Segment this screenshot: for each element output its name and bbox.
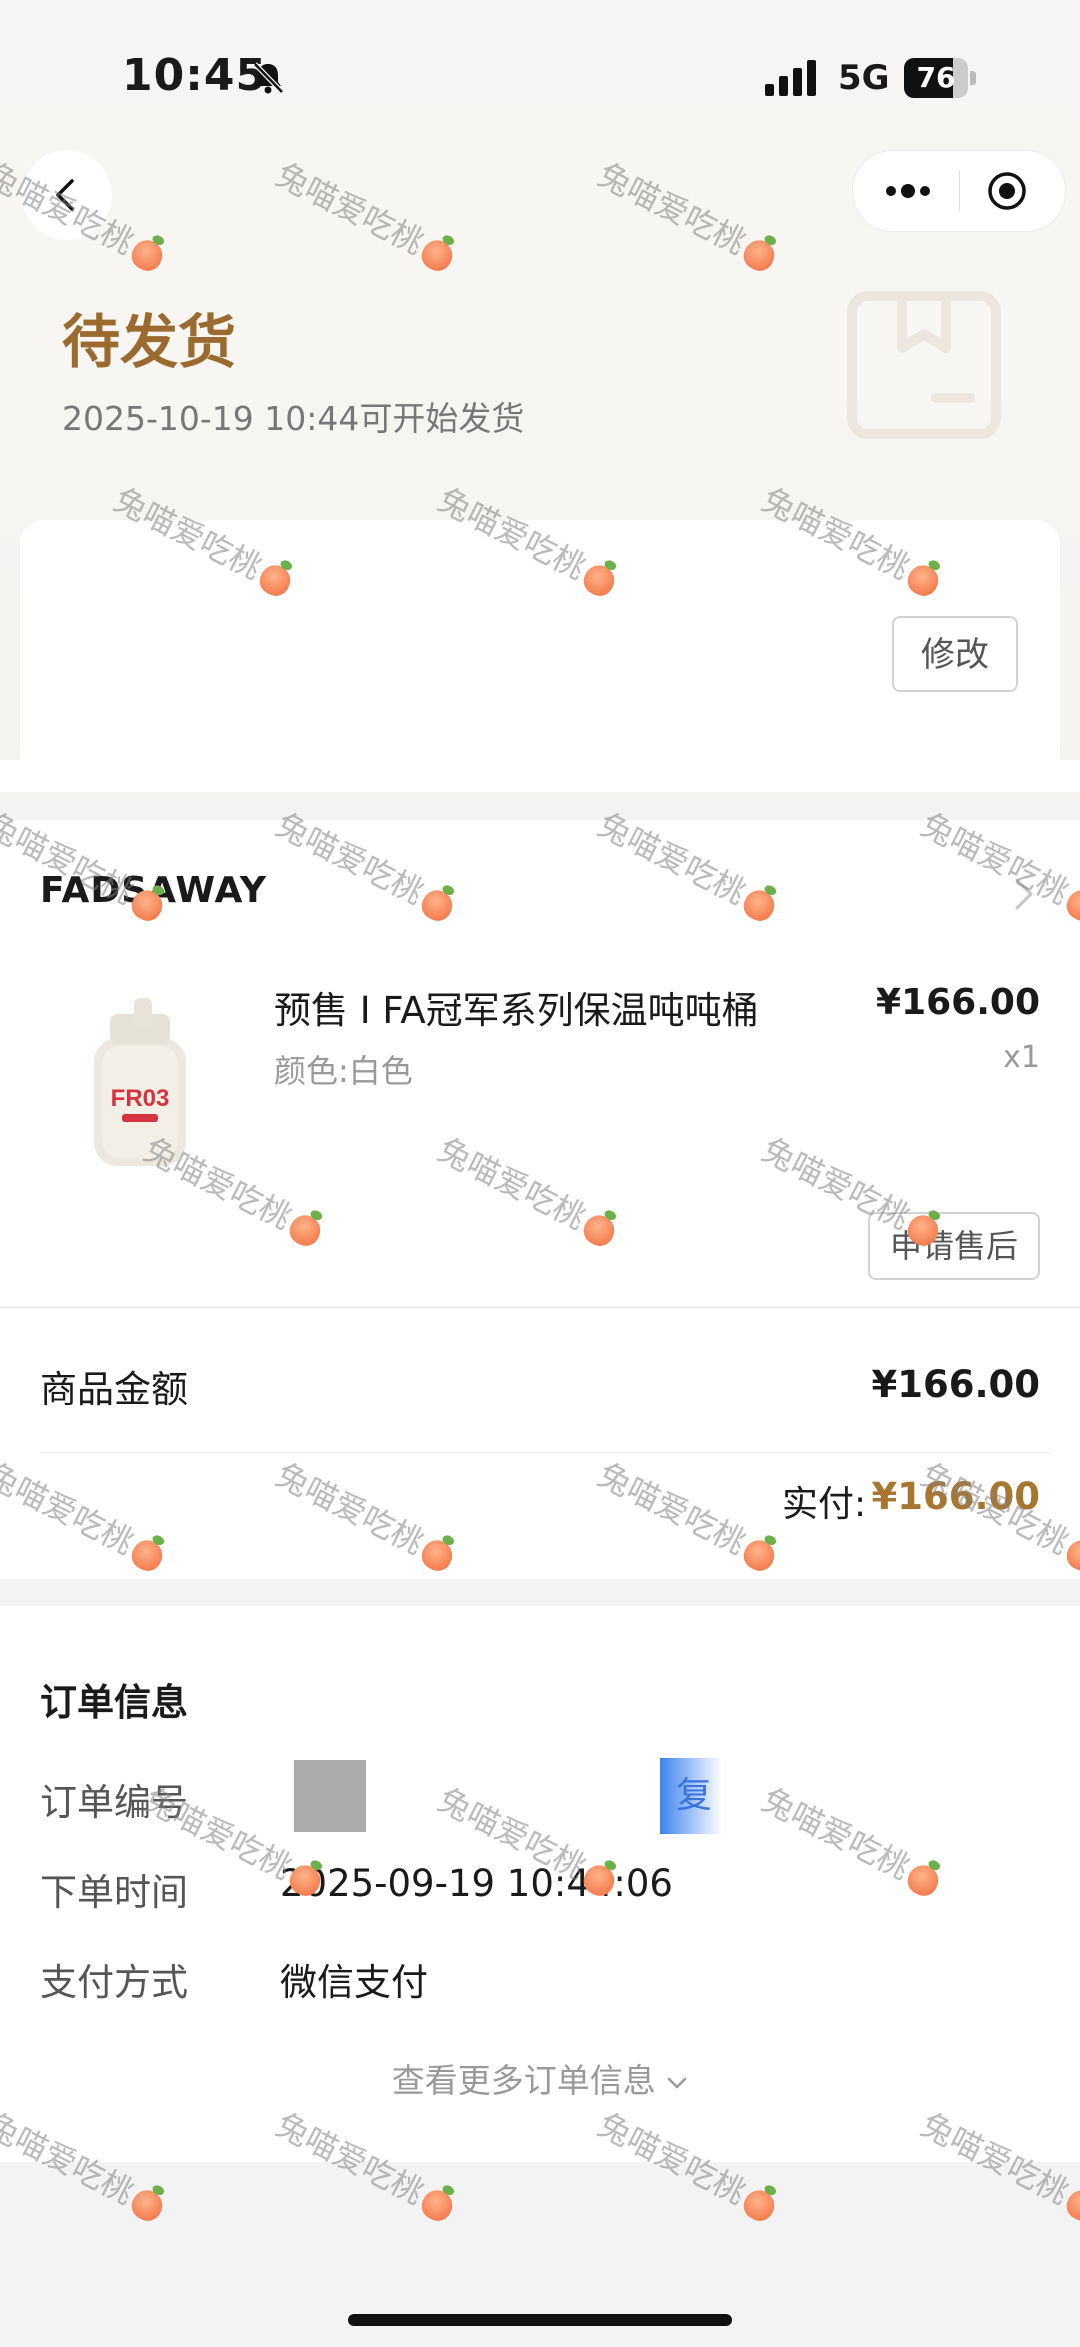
payment-method-label: 支付方式: [40, 1961, 188, 2004]
chevron-down-icon: [668, 2077, 687, 2088]
shop-name[interactable]: FADSAWAY: [40, 870, 267, 911]
edit-address-button[interactable]: 修改: [892, 616, 1018, 692]
paid-label: 实付:: [782, 1484, 867, 1525]
back-button[interactable]: [22, 150, 112, 240]
battery-indicator: 76: [904, 58, 976, 98]
order-id-label: 订单编号: [40, 1781, 188, 1824]
battery-level: 76: [916, 61, 956, 94]
apply-aftersale-button[interactable]: 申请售后: [868, 1212, 1040, 1280]
chevron-right-icon[interactable]: [1012, 876, 1036, 912]
status-time: 10:45: [122, 50, 268, 101]
order-status-title: 待发货: [62, 308, 237, 376]
order-status-subtitle: 2025-10-19 10:44可开始发货: [62, 399, 525, 438]
shop-card: FADSAWAY FR03 预售 I FA冠军系列保温吨吨桶 颜色:白色 ¥16…: [0, 820, 1080, 1306]
bell-slash-icon: [253, 62, 284, 94]
peach-icon: [417, 2185, 458, 2226]
goods-amount-value: ¥166.00: [871, 1363, 1040, 1406]
order-id-redaction: [294, 1760, 366, 1832]
order-info-card: 订单信息 订单编号 复制 下单时间 2025-09-19 10:44:06 支付…: [0, 1606, 1080, 2162]
order-info-title: 订单信息: [40, 1681, 188, 1724]
order-time-value: 2025-09-19 10:44:06: [280, 1862, 673, 1905]
divider: [40, 1452, 1050, 1453]
mini-program-capsule: [852, 150, 1066, 232]
address-card-base: [0, 760, 1080, 792]
order-time-label: 下单时间: [40, 1871, 188, 1914]
copy-label: 复制: [676, 1775, 713, 1816]
product-quantity: x1: [1003, 1040, 1040, 1075]
payment-method-value: 微信支付: [280, 1961, 428, 2004]
peach-icon: [1062, 2185, 1080, 2226]
paid-value: ¥166.00: [871, 1475, 1040, 1518]
product-image[interactable]: FR03: [80, 998, 200, 1168]
peach-icon: [127, 2185, 168, 2226]
more-order-info-link[interactable]: 查看更多订单信息: [0, 2054, 1080, 2102]
signal-icon: [765, 60, 816, 96]
copy-button[interactable]: 复制: [660, 1758, 722, 1834]
goods-amount-label: 商品金额: [40, 1368, 188, 1411]
product-price: ¥166.00: [876, 982, 1040, 1023]
box-icon: [847, 291, 1001, 439]
target-icon[interactable]: [987, 171, 1027, 211]
product-spec: 颜色:白色: [274, 1052, 413, 1090]
more-icon[interactable]: [883, 177, 933, 205]
home-indicator[interactable]: [348, 2314, 732, 2326]
svg-text:FR03: FR03: [111, 1085, 170, 1112]
product-title[interactable]: 预售 I FA冠军系列保温吨吨桶: [274, 980, 759, 1034]
peach-icon: [739, 2185, 780, 2226]
more-order-info-label: 查看更多订单信息: [391, 2061, 656, 2100]
amount-card: 商品金额 ¥166.00 实付: ¥166.00: [0, 1307, 1080, 1579]
network-label: 5G: [838, 58, 890, 98]
back-icon: [56, 179, 74, 211]
